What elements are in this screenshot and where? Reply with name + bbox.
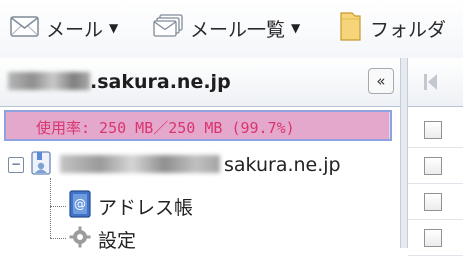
- mail-button-label: メール: [46, 18, 104, 41]
- gear-icon: [68, 225, 92, 253]
- account-panel-header: .sakura.ne.jp «: [0, 58, 400, 107]
- redacted-username: [60, 155, 220, 173]
- quota-usage-bar: 使用率: 250 MB／250 MB (99.7%): [4, 110, 392, 141]
- account-title: .sakura.ne.jp: [8, 71, 231, 93]
- row-divider: [408, 219, 463, 220]
- tree-item-settings[interactable]: 設定: [68, 224, 136, 254]
- account-book-icon: [30, 150, 54, 180]
- mail-list-button-label: メール一覧: [190, 18, 286, 41]
- main-toolbar: メール ▼ メール一覧 ▼ フォルダ: [0, 0, 463, 59]
- redacted-username: [8, 72, 90, 90]
- message-list: [408, 107, 463, 256]
- account-domain: .sakura.ne.jp: [90, 71, 231, 93]
- tree-connector: [50, 238, 66, 239]
- message-list-header: [408, 58, 463, 107]
- svg-text:@: @: [74, 197, 86, 211]
- address-book-label: アドレス帳: [98, 196, 194, 219]
- panel-splitter[interactable]: [400, 58, 408, 248]
- envelope-icon: [10, 13, 40, 43]
- chevron-down-icon: ▼: [109, 21, 119, 35]
- first-page-icon[interactable]: [422, 72, 440, 96]
- mail-stack-icon: [152, 13, 184, 43]
- row-divider: [408, 183, 463, 184]
- message-row-checkbox[interactable]: [424, 193, 442, 211]
- collapse-panel-button[interactable]: «: [368, 68, 394, 94]
- chevron-down-icon: ▼: [291, 21, 301, 35]
- account-node-label: sakura.ne.jp: [60, 154, 341, 176]
- message-row-checkbox[interactable]: [424, 121, 442, 139]
- row-divider: [408, 147, 463, 148]
- account-node-domain: sakura.ne.jp: [224, 154, 341, 176]
- folder-button[interactable]: フォルダ: [338, 12, 446, 44]
- mail-list-button[interactable]: メール一覧 ▼: [152, 12, 300, 44]
- quota-usage-text: 使用率: 250 MB／250 MB (99.7%): [36, 119, 295, 137]
- tree-connector: [50, 178, 51, 238]
- message-row-checkbox[interactable]: [424, 229, 442, 247]
- address-book-icon: @: [68, 190, 92, 222]
- double-chevron-left-icon: «: [376, 72, 386, 90]
- collapse-toggle-icon[interactable]: −: [8, 157, 24, 173]
- message-row-checkbox[interactable]: [424, 157, 442, 175]
- tree-item-account[interactable]: − sakura.ne.jp: [8, 150, 341, 180]
- folder-icon: [338, 10, 364, 46]
- folder-button-label: フォルダ: [370, 18, 447, 41]
- tree-connector: [50, 206, 66, 207]
- tree-item-address-book[interactable]: @ アドレス帳: [68, 190, 193, 222]
- mail-button[interactable]: メール ▼: [10, 12, 118, 44]
- settings-label: 設定: [98, 229, 137, 252]
